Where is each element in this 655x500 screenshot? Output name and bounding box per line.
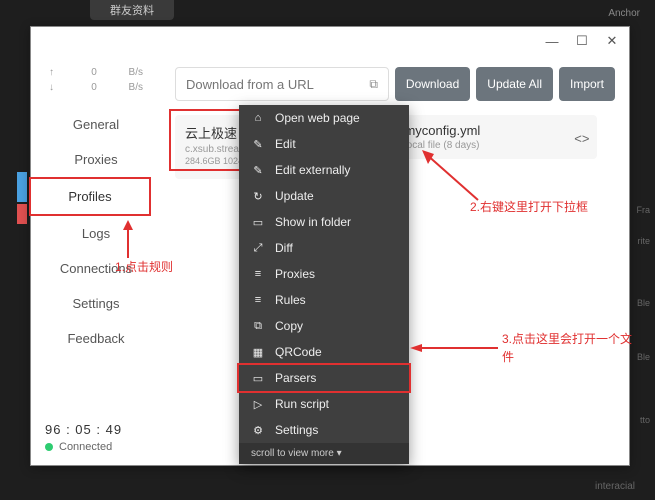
minimize-button[interactable]: — bbox=[543, 34, 561, 49]
nav-feedback[interactable]: Feedback bbox=[31, 321, 161, 356]
nav-logs[interactable]: Logs bbox=[31, 216, 161, 251]
ctx-label: Edit bbox=[275, 137, 296, 151]
context-menu: ⌂ Open web page ✎ Edit ✎ Edit externally ↻ U… bbox=[239, 105, 409, 464]
ctx-open-web[interactable]: ⌂ Open web page bbox=[239, 105, 409, 131]
bg-side-text: Ble bbox=[637, 298, 650, 308]
ctx-show-folder[interactable]: ▭ Show in folder bbox=[239, 209, 409, 235]
bg-colored-strip bbox=[17, 172, 27, 226]
ctx-rules[interactable]: ≡ Rules bbox=[239, 287, 409, 313]
close-button[interactable]: ✕ bbox=[603, 33, 621, 49]
gear-icon: ⚙ bbox=[251, 424, 265, 437]
download-button[interactable]: Download bbox=[395, 67, 470, 101]
ctx-label: Run script bbox=[275, 397, 329, 411]
ctx-label: Parsers bbox=[275, 371, 316, 385]
profile-card[interactable]: myconfig.yml local file (8 days) <> bbox=[391, 115, 597, 159]
ctx-label: QRCode bbox=[275, 345, 322, 359]
connection-status: Connected bbox=[45, 441, 147, 453]
ctx-label: Rules bbox=[275, 293, 306, 307]
upload-value: 0 bbox=[65, 67, 123, 78]
paste-icon[interactable]: ⧉ bbox=[369, 77, 378, 92]
bg-side-text: Ble bbox=[637, 352, 650, 362]
uptime-clock: 96 : 05 : 49 bbox=[45, 422, 147, 437]
ctx-diff[interactable]: ⤢ Diff bbox=[239, 235, 409, 261]
download-value: 0 bbox=[65, 82, 123, 93]
nav-profiles[interactable]: Profiles bbox=[29, 177, 151, 216]
refresh-icon: ↻ bbox=[251, 190, 265, 203]
bg-side-text: Fra bbox=[637, 205, 651, 215]
status-dot-icon bbox=[45, 443, 53, 451]
qrcode-icon: ▦ bbox=[251, 346, 265, 359]
titlebar: — ☐ ✕ bbox=[31, 27, 629, 55]
ctx-label: Edit externally bbox=[275, 163, 350, 177]
ctx-parsers[interactable]: ▭ Parsers bbox=[237, 363, 411, 393]
ctx-qrcode[interactable]: ▦ QRCode bbox=[239, 339, 409, 365]
status-label: Connected bbox=[59, 441, 112, 453]
background-tab: 群友资料 bbox=[90, 0, 174, 20]
update-all-button[interactable]: Update All bbox=[476, 67, 553, 101]
url-input[interactable] bbox=[186, 77, 369, 92]
nav-proxies[interactable]: Proxies bbox=[31, 142, 161, 177]
play-icon: ▷ bbox=[251, 398, 265, 411]
ctx-run-script[interactable]: ▷ Run script bbox=[239, 391, 409, 417]
card-progress-bar bbox=[185, 169, 213, 171]
ctx-settings[interactable]: ⚙ Settings bbox=[239, 417, 409, 443]
url-input-container[interactable]: ⧉ bbox=[175, 67, 389, 101]
edit-icon: ✎ bbox=[251, 138, 265, 151]
ctx-label: Copy bbox=[275, 319, 303, 333]
bg-side-text: rite bbox=[637, 236, 650, 246]
nav-connections[interactable]: Connections bbox=[31, 251, 161, 286]
ctx-edit-external[interactable]: ✎ Edit externally bbox=[239, 157, 409, 183]
down-arrow-icon: ↓ bbox=[49, 82, 65, 93]
ctx-label: Show in folder bbox=[275, 215, 351, 229]
ctx-label: Settings bbox=[275, 423, 318, 437]
list-icon: ≡ bbox=[251, 268, 265, 280]
nav-settings[interactable]: Settings bbox=[31, 286, 161, 321]
list-icon: ≡ bbox=[251, 294, 265, 306]
maximize-button[interactable]: ☐ bbox=[573, 33, 591, 49]
folder-icon: ▭ bbox=[251, 216, 265, 229]
home-icon: ⌂ bbox=[251, 112, 265, 124]
import-button[interactable]: Import bbox=[559, 67, 615, 101]
sidebar: ↑ 0 B/s ↓ 0 B/s General Proxies Profiles… bbox=[31, 55, 161, 465]
main-panel: ⧉ Download Update All Import 云上极速 c.xsub… bbox=[161, 55, 629, 465]
ctx-copy[interactable]: ⧉ Copy bbox=[239, 313, 409, 339]
ctx-update[interactable]: ↻ Update bbox=[239, 183, 409, 209]
upload-unit: B/s bbox=[123, 67, 143, 78]
copy-icon: ⧉ bbox=[251, 320, 265, 333]
edit-icon: ✎ bbox=[251, 164, 265, 177]
parser-icon: ▭ bbox=[251, 372, 265, 385]
anchor-label: Anchor bbox=[608, 8, 640, 19]
ctx-label: Proxies bbox=[275, 267, 315, 281]
code-icon[interactable]: <> bbox=[574, 131, 589, 146]
ctx-label: Open web page bbox=[275, 111, 360, 125]
ctx-scroll-hint[interactable]: scroll to view more ▾ bbox=[239, 443, 409, 464]
up-arrow-icon: ↑ bbox=[49, 67, 65, 78]
bg-bottom-text: interacial bbox=[595, 481, 635, 492]
ctx-proxies[interactable]: ≡ Proxies bbox=[239, 261, 409, 287]
upload-speed: ↑ 0 B/s bbox=[31, 65, 161, 80]
app-window: — ☐ ✕ ↑ 0 B/s ↓ 0 B/s General Pr bbox=[30, 26, 630, 466]
ctx-label: Diff bbox=[275, 241, 293, 255]
download-unit: B/s bbox=[123, 82, 143, 93]
bg-side-text: tto bbox=[640, 415, 650, 425]
card-subtitle: local file (8 days) bbox=[404, 140, 587, 151]
ctx-edit[interactable]: ✎ Edit bbox=[239, 131, 409, 157]
ctx-label: Update bbox=[275, 189, 314, 203]
download-speed: ↓ 0 B/s bbox=[31, 80, 161, 95]
nav-general[interactable]: General bbox=[31, 107, 161, 142]
diff-icon: ⤢ bbox=[251, 242, 265, 255]
card-title: myconfig.yml bbox=[404, 123, 587, 138]
